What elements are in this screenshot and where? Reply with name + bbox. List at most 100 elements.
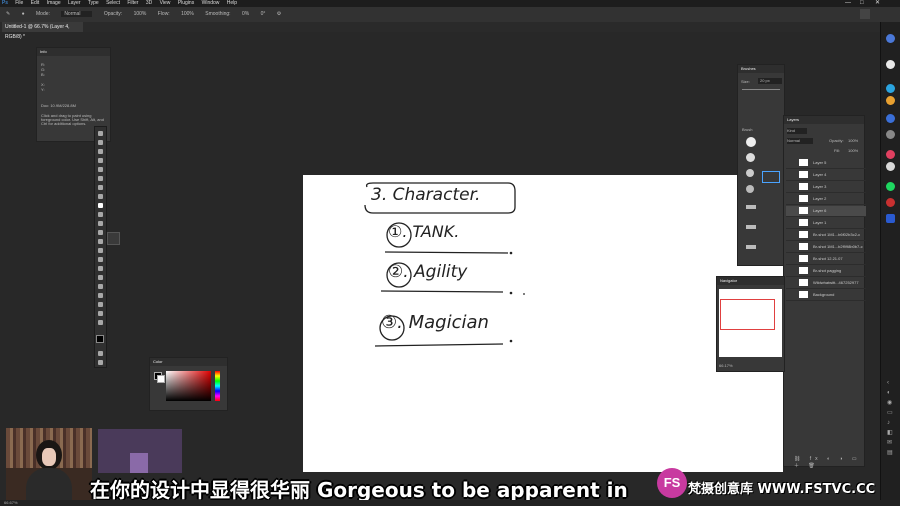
- quick-mask-icon[interactable]: [98, 351, 103, 356]
- ps-logo-icon[interactable]: Ps: [2, 0, 8, 6]
- history-brush-icon[interactable]: [98, 221, 103, 226]
- layer-actions-icons[interactable]: ⛓ fx ◐ ◑ ▭ ＋ 🗑: [794, 456, 864, 469]
- brush-preset[interactable]: [746, 137, 756, 147]
- mode-select[interactable]: Normal: [61, 11, 93, 17]
- path-select-icon[interactable]: [98, 284, 103, 289]
- frame-tool-icon[interactable]: [98, 176, 103, 181]
- blur-tool-icon[interactable]: [98, 248, 103, 253]
- dodge-tool-icon[interactable]: [98, 257, 103, 262]
- navigator-preview[interactable]: [719, 289, 782, 357]
- crop-tool-icon[interactable]: [98, 167, 103, 172]
- color-field[interactable]: [166, 371, 211, 401]
- brush-preset[interactable]: [746, 225, 756, 229]
- menu-view[interactable]: View: [160, 0, 171, 6]
- screen-mode-icon[interactable]: [98, 360, 103, 365]
- zoom-tool-icon[interactable]: [98, 311, 103, 316]
- layer-row[interactable]: Layer 2: [786, 194, 866, 205]
- app-icon[interactable]: [886, 60, 895, 69]
- lasso-tool-icon[interactable]: [98, 149, 103, 154]
- app-icon[interactable]: [886, 34, 895, 43]
- brush-tool-icon[interactable]: [98, 203, 103, 208]
- photoshop-icon[interactable]: [886, 214, 895, 223]
- tray-icons[interactable]: ‹ ◐ ◉ ▭ ♪ ◧ ✉ ▤: [887, 378, 893, 458]
- document-canvas[interactable]: 3. Character. ①. TANK. ②. Agility ③. Mag…: [303, 175, 783, 472]
- menu-file[interactable]: File: [15, 0, 23, 6]
- magic-wand-icon[interactable]: [98, 158, 103, 163]
- layer-row[interactable]: Layer 4: [786, 170, 866, 181]
- menu-edit[interactable]: Edit: [31, 0, 40, 6]
- size-input[interactable]: 20 px: [758, 78, 782, 84]
- smoothing-input[interactable]: 0%: [242, 11, 249, 17]
- navigator-zoom[interactable]: 66.17%: [719, 363, 733, 368]
- brush-preset[interactable]: [746, 245, 756, 249]
- opacity-input[interactable]: 100%: [134, 11, 147, 17]
- search-icon[interactable]: [860, 9, 870, 19]
- hue-slider[interactable]: [215, 371, 220, 401]
- layer-row[interactable]: Layer 5: [786, 158, 866, 169]
- app-icon[interactable]: [886, 162, 895, 171]
- maximize-icon[interactable]: □: [860, 0, 864, 7]
- navigator-panel-title[interactable]: Navigator: [717, 277, 784, 285]
- layer-row[interactable]: Layer 3: [786, 182, 866, 193]
- gradient-icon[interactable]: [98, 239, 103, 244]
- menu-image[interactable]: Image: [47, 0, 61, 6]
- brush-preset[interactable]: [746, 185, 754, 193]
- angle-input[interactable]: 0°: [261, 11, 266, 17]
- brush-preset[interactable]: [746, 153, 755, 162]
- info-panel-title[interactable]: Info: [37, 48, 110, 56]
- background-color-swatch[interactable]: [157, 375, 165, 383]
- navigator-view-box[interactable]: [720, 299, 775, 330]
- brush-preset-selected[interactable]: [762, 171, 780, 183]
- layer-filter-kind[interactable]: Kind: [787, 128, 807, 134]
- eraser-icon[interactable]: [98, 230, 103, 235]
- healing-brush-icon[interactable]: [98, 194, 103, 199]
- menu-select[interactable]: Select: [106, 0, 120, 6]
- layer-row-selected[interactable]: Layer 6: [786, 206, 866, 217]
- pen-tool-icon[interactable]: [98, 266, 103, 271]
- brush-folder[interactable]: Brush: [742, 127, 752, 132]
- marquee-tool-icon[interactable]: [98, 140, 103, 145]
- brush-preset[interactable]: [746, 205, 756, 209]
- layer-row[interactable]: Br-shot 1M1...b6f02b3c2-c: [786, 230, 866, 241]
- app-icon[interactable]: [886, 198, 895, 207]
- menu-plugins[interactable]: Plugins: [178, 0, 194, 6]
- menu-type[interactable]: Type: [88, 0, 99, 6]
- app-icon[interactable]: [886, 130, 895, 139]
- blend-mode-select[interactable]: Normal: [787, 138, 813, 144]
- brush-tool-icon[interactable]: ✎: [6, 11, 10, 17]
- shape-tool-icon[interactable]: [98, 293, 103, 298]
- layer-row[interactable]: Br-shot 12.21.07: [786, 254, 866, 265]
- document-tab[interactable]: Untitled-1 @ 66.7% (Layer 4, RGB/8) *: [2, 22, 83, 40]
- move-tool-icon[interactable]: [98, 131, 103, 136]
- menu-help[interactable]: Help: [227, 0, 237, 6]
- clone-stamp-icon[interactable]: [98, 212, 103, 217]
- spotify-icon[interactable]: [886, 182, 895, 191]
- menu-filter[interactable]: Filter: [127, 0, 138, 6]
- more-tools-icon[interactable]: [98, 320, 103, 325]
- menu-window[interactable]: Window: [202, 0, 220, 6]
- zoom-status[interactable]: 66.67%: [4, 500, 18, 505]
- app-icon[interactable]: [886, 150, 895, 159]
- minimize-icon[interactable]: —: [845, 0, 851, 7]
- edge-icon[interactable]: [886, 84, 895, 93]
- color-panel-title[interactable]: Color: [150, 358, 227, 366]
- symmetry-icon[interactable]: ⚙: [277, 11, 281, 17]
- layer-row[interactable]: Br-shot pagging: [786, 266, 866, 277]
- layer-fill-input[interactable]: 100%: [848, 148, 858, 153]
- foreground-color-swatch[interactable]: [96, 335, 104, 343]
- hand-tool-icon[interactable]: [98, 302, 103, 307]
- eyedropper-icon[interactable]: [98, 185, 103, 190]
- brushes-panel-title[interactable]: Brushes: [738, 65, 784, 73]
- layer-row[interactable]: Br-shot 1M1...b2f998b0b7-c: [786, 242, 866, 253]
- close-icon[interactable]: ✕: [875, 0, 880, 7]
- layer-row[interactable]: Layer 1: [786, 218, 866, 229]
- type-tool-icon[interactable]: [98, 275, 103, 280]
- brush-flyout-icon[interactable]: [107, 232, 120, 245]
- brush-preset[interactable]: [746, 169, 754, 177]
- layer-opacity-input[interactable]: 100%: [848, 138, 858, 143]
- layer-row[interactable]: Background: [786, 290, 866, 301]
- brush-preset-icon[interactable]: ●: [22, 11, 25, 17]
- menu-layer[interactable]: Layer: [68, 0, 81, 6]
- flow-input[interactable]: 100%: [181, 11, 194, 17]
- layers-panel-title[interactable]: Layers: [784, 116, 864, 124]
